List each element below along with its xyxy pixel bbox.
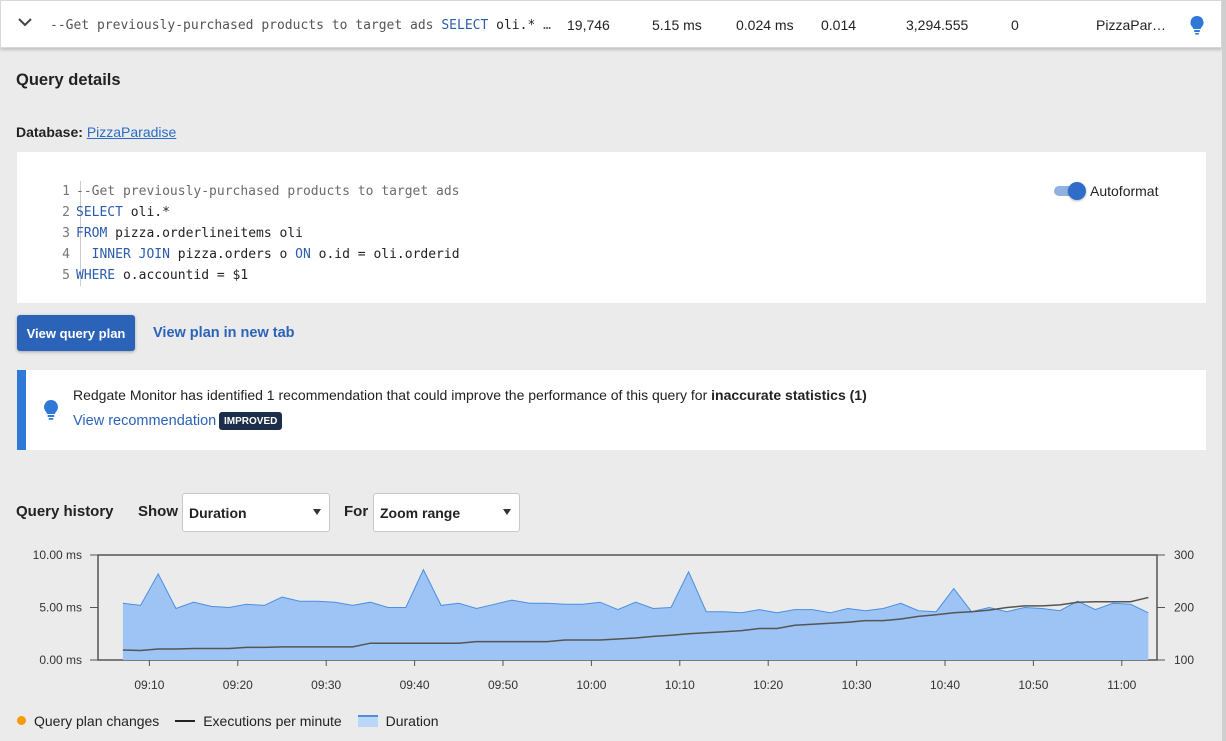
query-text-preview: --Get previously-purchased products to t… <box>50 18 552 33</box>
y-right-tick-label: 100 <box>1174 653 1194 667</box>
improved-badge: IMPROVED <box>219 412 283 430</box>
legend-duration[interactable]: Duration <box>357 712 439 729</box>
x-tick-label: 10:50 <box>1018 678 1048 692</box>
legend-executions[interactable]: Executions per minute <box>175 712 342 729</box>
view-plan-new-tab-link[interactable]: View plan in new tab <box>153 325 295 341</box>
x-tick-label: 11:00 <box>1107 678 1136 692</box>
x-tick-label: 09:40 <box>400 678 430 692</box>
query-summary-row[interactable]: --Get previously-purchased products to t… <box>0 0 1222 48</box>
legend-plan-changes[interactable]: Query plan changes <box>17 712 159 729</box>
x-tick-label: 10:00 <box>576 678 606 692</box>
database-name-cell: PizzaPar… <box>1096 17 1167 33</box>
database-label: Database: <box>16 124 83 140</box>
lightbulb-icon <box>44 400 58 420</box>
chart-legend: Query plan changes Executions per minute… <box>17 711 439 729</box>
x-tick-label: 09:10 <box>134 678 164 692</box>
code-line: FROM pizza.orderlineitems oli <box>76 226 303 241</box>
orange-dot-icon <box>17 716 26 726</box>
code-line: SELECT oli.* <box>76 205 170 220</box>
x-tick-label: 09:50 <box>488 678 518 692</box>
time-range-select[interactable]: Zoom range <box>373 493 520 532</box>
database-link[interactable]: PizzaParadise <box>87 124 177 140</box>
query-history-chart[interactable]: 0.00 ms 5.00 ms 10.00 ms 100 200 300 09:10 09:2… <box>0 540 1222 700</box>
y-right-tick-label: 300 <box>1174 548 1194 562</box>
y-left-tick-label: 0.00 ms <box>39 653 82 667</box>
x-tick-label: 10:10 <box>665 678 695 692</box>
recommendation-text: Redgate Monitor has identified 1 recomme… <box>73 387 867 403</box>
show-metric-select[interactable]: Duration <box>182 493 330 532</box>
autoformat-label: Autoformat <box>1090 183 1159 199</box>
view-query-plan-button[interactable]: View query plan <box>17 315 135 351</box>
y-right-tick-label: 200 <box>1174 601 1194 615</box>
executions-value: 19,746 <box>567 17 610 33</box>
caret-down-icon <box>313 509 321 515</box>
code-line: INNER JOIN pizza.orders o ON o.id = oli.… <box>91 247 460 262</box>
line-number: 3 <box>62 226 70 241</box>
x-tick-label: 09:30 <box>311 678 341 692</box>
view-recommendation-link[interactable]: View recommendation <box>73 413 216 429</box>
query-history-title: Query history <box>16 503 114 520</box>
code-line: --Get previously-purchased products to t… <box>76 184 460 199</box>
y-left-tick-label: 10.00 ms <box>33 548 82 562</box>
sql-code: --Get previously-purchased products to t… <box>76 181 460 286</box>
lightbulb-icon[interactable] <box>1188 15 1206 35</box>
line-number: 4 <box>62 247 70 262</box>
database-line: Database: PizzaParadise <box>16 124 176 140</box>
y-left-tick-label: 5.00 ms <box>39 601 82 615</box>
section-title: Query details <box>16 71 121 89</box>
for-label: For <box>344 503 369 520</box>
line-number: 1 <box>62 184 70 199</box>
area-swatch-icon <box>357 714 378 727</box>
line-swatch-icon <box>175 719 196 722</box>
line-number: 2 <box>62 205 70 220</box>
chevron-down-icon[interactable] <box>17 14 33 30</box>
x-tick-label: 09:20 <box>223 678 253 692</box>
caret-down-icon <box>503 509 511 515</box>
show-label: Show <box>138 503 178 520</box>
metric-value: 3,294.555 <box>906 17 969 33</box>
x-tick-label: 10:20 <box>753 678 783 692</box>
x-tick-label: 10:30 <box>842 678 872 692</box>
avg-cpu-value: 0.024 ms <box>736 17 794 33</box>
sql-code-box: 1 2 3 4 5 --Get previously-purchased product… <box>17 152 1206 303</box>
metric-value: 0 <box>1011 17 1019 33</box>
scrollbar[interactable] <box>1222 0 1226 741</box>
x-tick-label: 10:40 <box>930 678 960 692</box>
autoformat-toggle[interactable] <box>1053 182 1086 200</box>
avg-duration-value: 5.15 ms <box>652 17 702 33</box>
metric-value: 0.014 <box>821 17 857 33</box>
line-number: 5 <box>62 268 70 283</box>
recommendation-banner: Redgate Monitor has identified 1 recomme… <box>17 370 1206 450</box>
code-line: WHERE o.accountid = $1 <box>76 268 249 283</box>
